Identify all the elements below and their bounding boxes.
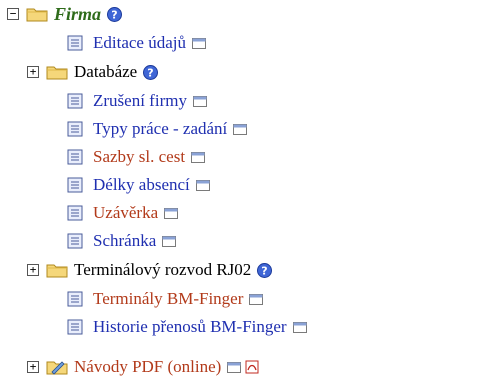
tree-node-zruseni[interactable]: Zrušení firmy <box>67 89 207 113</box>
tree-link-uzaverka[interactable]: Uzávěrka <box>93 203 158 223</box>
tree-link-delky[interactable]: Délky absencí <box>93 175 190 195</box>
new-window-icon[interactable] <box>164 207 179 219</box>
svg-text:?: ? <box>148 66 154 79</box>
help-icon[interactable]: ? <box>143 64 159 80</box>
tree-node-uzaverka[interactable]: Uzávěrka <box>67 201 179 225</box>
tree-link-schranka[interactable]: Schránka <box>93 231 156 251</box>
tree-label-databaze[interactable]: Databáze <box>74 62 137 82</box>
folder-icon <box>46 66 68 80</box>
tree-node-historie[interactable]: Historie přenosů BM-Finger <box>67 315 307 339</box>
document-icon <box>67 291 83 307</box>
new-window-icon[interactable] <box>192 95 207 107</box>
document-icon <box>67 233 83 249</box>
new-window-icon[interactable] <box>195 179 210 191</box>
tree-link-typy[interactable]: Typy práce - zadání <box>93 119 227 139</box>
svg-text:?: ? <box>262 264 268 277</box>
new-window-icon[interactable] <box>227 361 242 373</box>
folder-icon <box>46 264 68 278</box>
tree-node-sazby[interactable]: Sazby sl. cest <box>67 145 206 169</box>
document-icon <box>67 35 83 51</box>
document-icon <box>67 121 83 137</box>
document-icon <box>67 205 83 221</box>
navigation-tree: − Firma ? Editace údajů + Databáze ? Zru… <box>0 0 478 380</box>
collapse-toggle[interactable]: − <box>7 8 19 20</box>
tree-node-databaze[interactable]: + Databáze ? <box>27 60 159 84</box>
document-icon <box>67 93 83 109</box>
new-window-icon[interactable] <box>233 123 248 135</box>
new-window-icon[interactable] <box>162 235 177 247</box>
tree-node-delky[interactable]: Délky absencí <box>67 173 210 197</box>
expand-toggle[interactable]: + <box>27 361 39 373</box>
help-icon[interactable]: ? <box>257 262 273 278</box>
tree-link-historie[interactable]: Historie přenosů BM-Finger <box>93 317 287 337</box>
new-window-icon[interactable] <box>191 151 206 163</box>
new-window-icon[interactable] <box>292 321 307 333</box>
document-icon <box>67 177 83 193</box>
tree-node-firma[interactable]: − Firma ? <box>7 2 123 26</box>
tree-link-zruseni[interactable]: Zrušení firmy <box>93 91 187 111</box>
expand-toggle[interactable]: + <box>27 66 39 78</box>
new-window-icon[interactable] <box>192 37 206 49</box>
folder-icon <box>26 8 48 22</box>
edit-folder-icon <box>46 361 68 375</box>
tree-node-navody[interactable]: + Návody PDF (online) <box>27 355 259 379</box>
tree-node-terminalovy[interactable]: + Terminálový rozvod RJ02 ? <box>27 258 273 282</box>
tree-label-terminalovy[interactable]: Terminálový rozvod RJ02 <box>74 260 251 280</box>
new-window-icon[interactable] <box>249 293 264 305</box>
tree-link-navody[interactable]: Návody PDF (online) <box>74 357 221 377</box>
tree-node-schranka[interactable]: Schránka <box>67 229 177 253</box>
tree-link-sazby[interactable]: Sazby sl. cest <box>93 147 185 167</box>
pdf-icon[interactable] <box>245 360 259 374</box>
tree-link-terminaly[interactable]: Terminály BM-Finger <box>93 289 243 309</box>
tree-link-editace[interactable]: Editace údajů <box>93 33 186 53</box>
help-icon[interactable]: ? <box>107 6 123 22</box>
svg-text:?: ? <box>111 8 117 21</box>
document-icon <box>67 149 83 165</box>
document-icon <box>67 319 83 335</box>
tree-node-terminaly[interactable]: Terminály BM-Finger <box>67 287 264 311</box>
expand-toggle[interactable]: + <box>27 264 39 276</box>
tree-label-firma[interactable]: Firma <box>54 4 101 25</box>
tree-node-typy[interactable]: Typy práce - zadání <box>67 117 248 141</box>
tree-node-editace[interactable]: Editace údajů <box>67 31 206 55</box>
